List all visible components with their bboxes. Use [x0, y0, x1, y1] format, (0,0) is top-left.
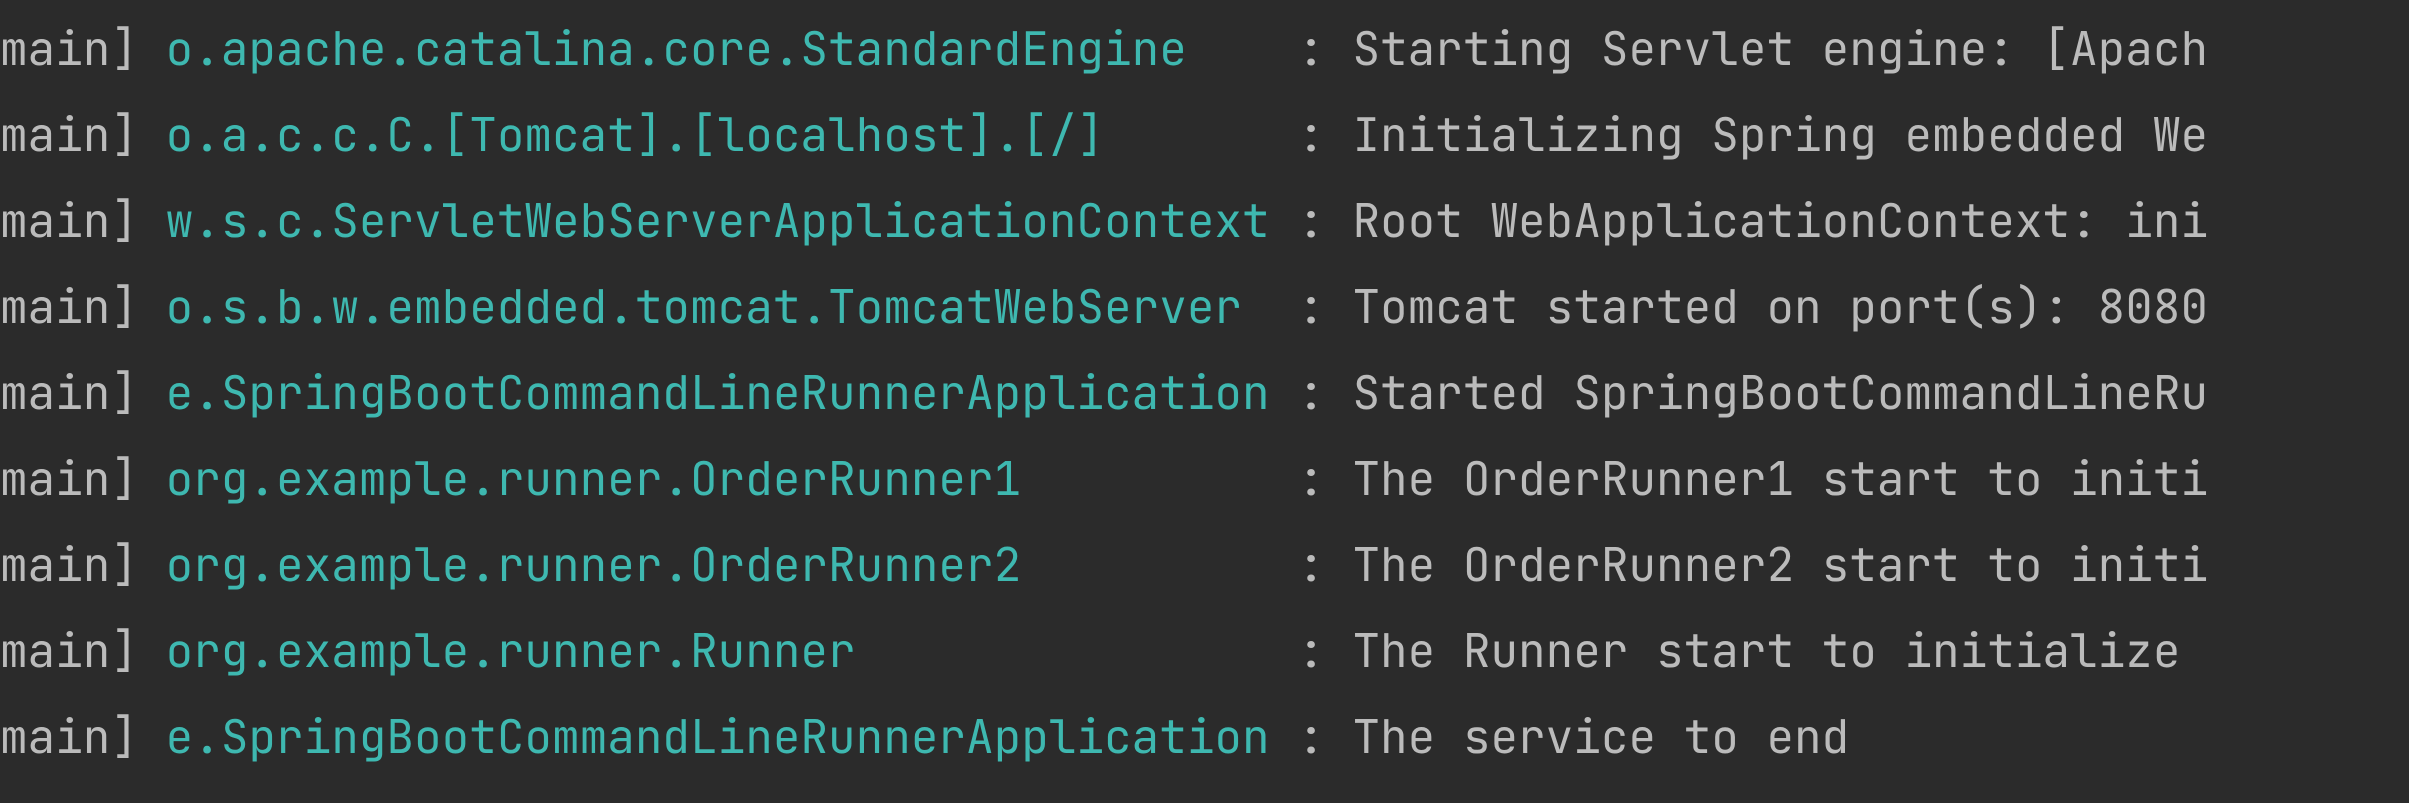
log-line: main] w.s.c.ServletWebServerApplicationC… — [0, 178, 2409, 264]
log-message: Tomcat started on port(s): 8080 — [1352, 276, 2208, 337]
log-line: main] org.example.runner.OrderRunner1 : … — [0, 436, 2409, 522]
log-message: Starting Servlet engine: [Apach — [1352, 18, 2208, 79]
thread-name: main] — [0, 620, 138, 681]
log-message: The OrderRunner1 start to initi — [1352, 448, 2208, 509]
log-line: main] e.SpringBootCommandLineRunnerAppli… — [0, 350, 2409, 436]
logger-name: o.apache.catalina.core.StandardEngine — [166, 18, 1270, 79]
separator: : — [1297, 18, 1352, 79]
thread-name: main] — [0, 276, 138, 337]
thread-name: main] — [0, 706, 138, 767]
separator: : — [1297, 104, 1352, 165]
log-message: The OrderRunner2 start to initi — [1352, 534, 2208, 595]
separator: : — [1297, 362, 1352, 423]
log-line: main] o.s.b.w.embedded.tomcat.TomcatWebS… — [0, 264, 2409, 350]
separator: : — [1297, 448, 1352, 509]
log-line: main] o.a.c.c.C.[Tomcat].[localhost].[/]… — [0, 92, 2409, 178]
thread-name: main] — [0, 448, 138, 509]
logger-name: w.s.c.ServletWebServerApplicationContext — [166, 190, 1270, 251]
thread-name: main] — [0, 190, 138, 251]
log-message: Root WebApplicationContext: ini — [1352, 190, 2208, 251]
log-line: main] o.apache.catalina.core.StandardEng… — [0, 6, 2409, 92]
separator: : — [1297, 534, 1352, 595]
logger-name: org.example.runner.OrderRunner2 — [166, 534, 1270, 595]
thread-name: main] — [0, 104, 138, 165]
console-output[interactable]: main] o.apache.catalina.core.StandardEng… — [0, 0, 2409, 780]
log-line: main] org.example.runner.OrderRunner2 : … — [0, 522, 2409, 608]
logger-name: org.example.runner.Runner — [166, 620, 1270, 681]
separator: : — [1297, 706, 1352, 767]
logger-name: e.SpringBootCommandLineRunnerApplication — [166, 706, 1270, 767]
separator: : — [1297, 620, 1352, 681]
logger-name: o.s.b.w.embedded.tomcat.TomcatWebServer — [166, 276, 1270, 337]
log-line: main] e.SpringBootCommandLineRunnerAppli… — [0, 694, 2409, 780]
log-line: main] org.example.runner.Runner : The Ru… — [0, 608, 2409, 694]
thread-name: main] — [0, 18, 138, 79]
logger-name: e.SpringBootCommandLineRunnerApplication — [166, 362, 1270, 423]
log-message: Initializing Spring embedded We — [1352, 104, 2208, 165]
separator: : — [1297, 190, 1352, 251]
log-message: Started SpringBootCommandLineRu — [1352, 362, 2208, 423]
logger-name: o.a.c.c.C.[Tomcat].[localhost].[/] — [166, 104, 1270, 165]
thread-name: main] — [0, 362, 138, 423]
separator: : — [1297, 276, 1352, 337]
logger-name: org.example.runner.OrderRunner1 — [166, 448, 1270, 509]
log-message: The Runner start to initialize — [1352, 620, 2208, 681]
log-message: The service to end — [1352, 706, 1849, 767]
thread-name: main] — [0, 534, 138, 595]
